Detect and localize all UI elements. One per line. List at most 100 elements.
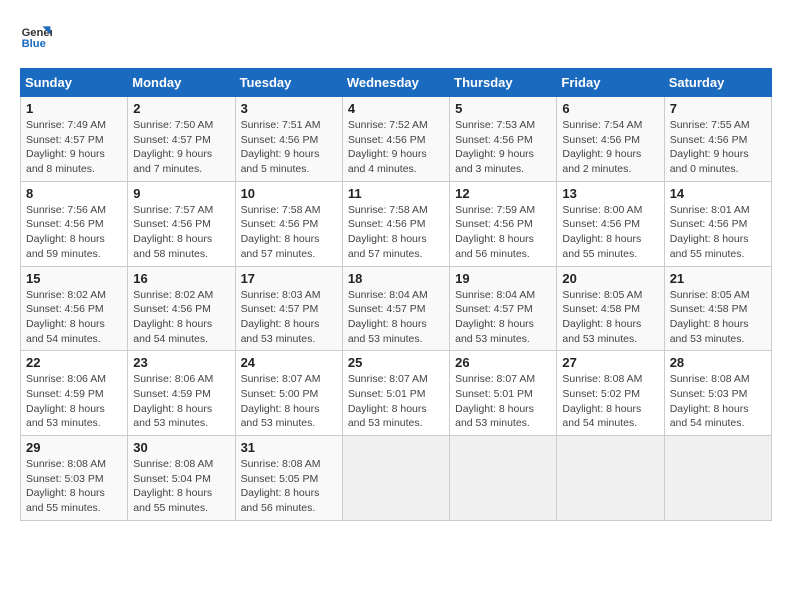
day-number: 15 — [26, 271, 122, 286]
calendar-week-5: 29 Sunrise: 8:08 AM Sunset: 5:03 PM Dayli… — [21, 436, 772, 521]
calendar-cell: 18 Sunrise: 8:04 AM Sunset: 4:57 PM Dayli… — [342, 266, 449, 351]
day-number: 13 — [562, 186, 658, 201]
day-info: Sunrise: 8:04 AM Sunset: 4:57 PM Dayligh… — [455, 288, 551, 347]
day-header-thursday: Thursday — [450, 69, 557, 97]
day-info: Sunrise: 8:07 AM Sunset: 5:00 PM Dayligh… — [241, 372, 337, 431]
day-info: Sunrise: 7:53 AM Sunset: 4:56 PM Dayligh… — [455, 118, 551, 177]
calendar-cell: 7Sunrise: 7:55 AM Sunset: 4:56 PM Daylig… — [664, 97, 771, 182]
day-number: 22 — [26, 355, 122, 370]
calendar-cell: 29 Sunrise: 8:08 AM Sunset: 5:03 PM Dayli… — [21, 436, 128, 521]
calendar-cell: 12 Sunrise: 7:59 AM Sunset: 4:56 PM Dayli… — [450, 181, 557, 266]
calendar-cell: 4Sunrise: 7:52 AM Sunset: 4:56 PM Daylig… — [342, 97, 449, 182]
day-number: 18 — [348, 271, 444, 286]
calendar-cell: 23 Sunrise: 8:06 AM Sunset: 4:59 PM Dayli… — [128, 351, 235, 436]
logo: General Blue — [20, 20, 52, 52]
calendar-cell: 1 Sunrise: 7:49 AM Sunset: 4:57 PM Daylig… — [21, 97, 128, 182]
calendar-cell — [664, 436, 771, 521]
day-number: 23 — [133, 355, 229, 370]
calendar-week-2: 8Sunrise: 7:56 AM Sunset: 4:56 PM Daylig… — [21, 181, 772, 266]
calendar-cell: 3Sunrise: 7:51 AM Sunset: 4:56 PM Daylig… — [235, 97, 342, 182]
calendar-cell: 30 Sunrise: 8:08 AM Sunset: 5:04 PM Dayli… — [128, 436, 235, 521]
calendar-cell: 26 Sunrise: 8:07 AM Sunset: 5:01 PM Dayli… — [450, 351, 557, 436]
calendar-week-1: 1 Sunrise: 7:49 AM Sunset: 4:57 PM Daylig… — [21, 97, 772, 182]
calendar-cell: 20Sunrise: 8:05 AM Sunset: 4:58 PM Dayli… — [557, 266, 664, 351]
day-info: Sunrise: 7:58 AM Sunset: 4:56 PM Dayligh… — [241, 203, 337, 262]
day-info: Sunrise: 8:02 AM Sunset: 4:56 PM Dayligh… — [133, 288, 229, 347]
day-header-friday: Friday — [557, 69, 664, 97]
calendar-cell: 25 Sunrise: 8:07 AM Sunset: 5:01 PM Dayli… — [342, 351, 449, 436]
day-number: 30 — [133, 440, 229, 455]
calendar-week-3: 15 Sunrise: 8:02 AM Sunset: 4:56 PM Dayli… — [21, 266, 772, 351]
calendar-cell: 11 Sunrise: 7:58 AM Sunset: 4:56 PM Dayli… — [342, 181, 449, 266]
day-info: Sunrise: 8:04 AM Sunset: 4:57 PM Dayligh… — [348, 288, 444, 347]
logo-icon: General Blue — [20, 20, 52, 52]
day-number: 12 — [455, 186, 551, 201]
day-number: 20 — [562, 271, 658, 286]
calendar-cell — [342, 436, 449, 521]
day-info: Sunrise: 7:51 AM Sunset: 4:56 PM Dayligh… — [241, 118, 337, 177]
calendar-cell: 22 Sunrise: 8:06 AM Sunset: 4:59 PM Dayli… — [21, 351, 128, 436]
day-header-monday: Monday — [128, 69, 235, 97]
svg-text:Blue: Blue — [22, 38, 46, 50]
day-info: Sunrise: 8:06 AM Sunset: 4:59 PM Dayligh… — [133, 372, 229, 431]
calendar-cell: 19Sunrise: 8:04 AM Sunset: 4:57 PM Dayli… — [450, 266, 557, 351]
day-number: 26 — [455, 355, 551, 370]
page-header: General Blue — [20, 20, 772, 52]
day-number: 29 — [26, 440, 122, 455]
day-info: Sunrise: 8:08 AM Sunset: 5:02 PM Dayligh… — [562, 372, 658, 431]
day-info: Sunrise: 8:08 AM Sunset: 5:03 PM Dayligh… — [670, 372, 766, 431]
calendar-cell: 6Sunrise: 7:54 AM Sunset: 4:56 PM Daylig… — [557, 97, 664, 182]
day-info: Sunrise: 8:08 AM Sunset: 5:03 PM Dayligh… — [26, 457, 122, 516]
calendar-cell: 31 Sunrise: 8:08 AM Sunset: 5:05 PM Dayli… — [235, 436, 342, 521]
day-number: 21 — [670, 271, 766, 286]
calendar-cell: 9Sunrise: 7:57 AM Sunset: 4:56 PM Daylig… — [128, 181, 235, 266]
calendar-cell: 13Sunrise: 8:00 AM Sunset: 4:56 PM Dayli… — [557, 181, 664, 266]
day-number: 5 — [455, 101, 551, 116]
calendar-cell: 17 Sunrise: 8:03 AM Sunset: 4:57 PM Dayli… — [235, 266, 342, 351]
day-info: Sunrise: 7:55 AM Sunset: 4:56 PM Dayligh… — [670, 118, 766, 177]
day-number: 14 — [670, 186, 766, 201]
day-number: 10 — [241, 186, 337, 201]
calendar-cell: 27 Sunrise: 8:08 AM Sunset: 5:02 PM Dayli… — [557, 351, 664, 436]
day-headers-row: SundayMondayTuesdayWednesdayThursdayFrid… — [21, 69, 772, 97]
day-info: Sunrise: 7:58 AM Sunset: 4:56 PM Dayligh… — [348, 203, 444, 262]
calendar-table: SundayMondayTuesdayWednesdayThursdayFrid… — [20, 68, 772, 521]
day-number: 31 — [241, 440, 337, 455]
day-number: 27 — [562, 355, 658, 370]
calendar-cell: 24Sunrise: 8:07 AM Sunset: 5:00 PM Dayli… — [235, 351, 342, 436]
calendar-cell: 8Sunrise: 7:56 AM Sunset: 4:56 PM Daylig… — [21, 181, 128, 266]
day-info: Sunrise: 7:59 AM Sunset: 4:56 PM Dayligh… — [455, 203, 551, 262]
day-number: 11 — [348, 186, 444, 201]
day-info: Sunrise: 8:07 AM Sunset: 5:01 PM Dayligh… — [348, 372, 444, 431]
calendar-cell: 2Sunrise: 7:50 AM Sunset: 4:57 PM Daylig… — [128, 97, 235, 182]
day-header-wednesday: Wednesday — [342, 69, 449, 97]
day-number: 25 — [348, 355, 444, 370]
calendar-cell: 5 Sunrise: 7:53 AM Sunset: 4:56 PM Daylig… — [450, 97, 557, 182]
day-number: 17 — [241, 271, 337, 286]
day-header-saturday: Saturday — [664, 69, 771, 97]
day-info: Sunrise: 8:07 AM Sunset: 5:01 PM Dayligh… — [455, 372, 551, 431]
calendar-cell — [557, 436, 664, 521]
day-info: Sunrise: 8:03 AM Sunset: 4:57 PM Dayligh… — [241, 288, 337, 347]
calendar-cell: 21 Sunrise: 8:05 AM Sunset: 4:58 PM Dayli… — [664, 266, 771, 351]
day-number: 28 — [670, 355, 766, 370]
day-header-sunday: Sunday — [21, 69, 128, 97]
day-number: 1 — [26, 101, 122, 116]
calendar-week-4: 22 Sunrise: 8:06 AM Sunset: 4:59 PM Dayli… — [21, 351, 772, 436]
day-info: Sunrise: 7:52 AM Sunset: 4:56 PM Dayligh… — [348, 118, 444, 177]
day-info: Sunrise: 8:02 AM Sunset: 4:56 PM Dayligh… — [26, 288, 122, 347]
day-info: Sunrise: 8:06 AM Sunset: 4:59 PM Dayligh… — [26, 372, 122, 431]
calendar-cell — [450, 436, 557, 521]
day-number: 8 — [26, 186, 122, 201]
day-info: Sunrise: 8:05 AM Sunset: 4:58 PM Dayligh… — [670, 288, 766, 347]
day-info: Sunrise: 8:08 AM Sunset: 5:05 PM Dayligh… — [241, 457, 337, 516]
day-number: 9 — [133, 186, 229, 201]
day-number: 6 — [562, 101, 658, 116]
calendar-cell: 28 Sunrise: 8:08 AM Sunset: 5:03 PM Dayli… — [664, 351, 771, 436]
day-info: Sunrise: 7:49 AM Sunset: 4:57 PM Dayligh… — [26, 118, 122, 177]
calendar-cell: 14 Sunrise: 8:01 AM Sunset: 4:56 PM Dayli… — [664, 181, 771, 266]
calendar-body: 1 Sunrise: 7:49 AM Sunset: 4:57 PM Daylig… — [21, 97, 772, 521]
day-info: Sunrise: 8:08 AM Sunset: 5:04 PM Dayligh… — [133, 457, 229, 516]
day-info: Sunrise: 7:50 AM Sunset: 4:57 PM Dayligh… — [133, 118, 229, 177]
day-info: Sunrise: 8:01 AM Sunset: 4:56 PM Dayligh… — [670, 203, 766, 262]
